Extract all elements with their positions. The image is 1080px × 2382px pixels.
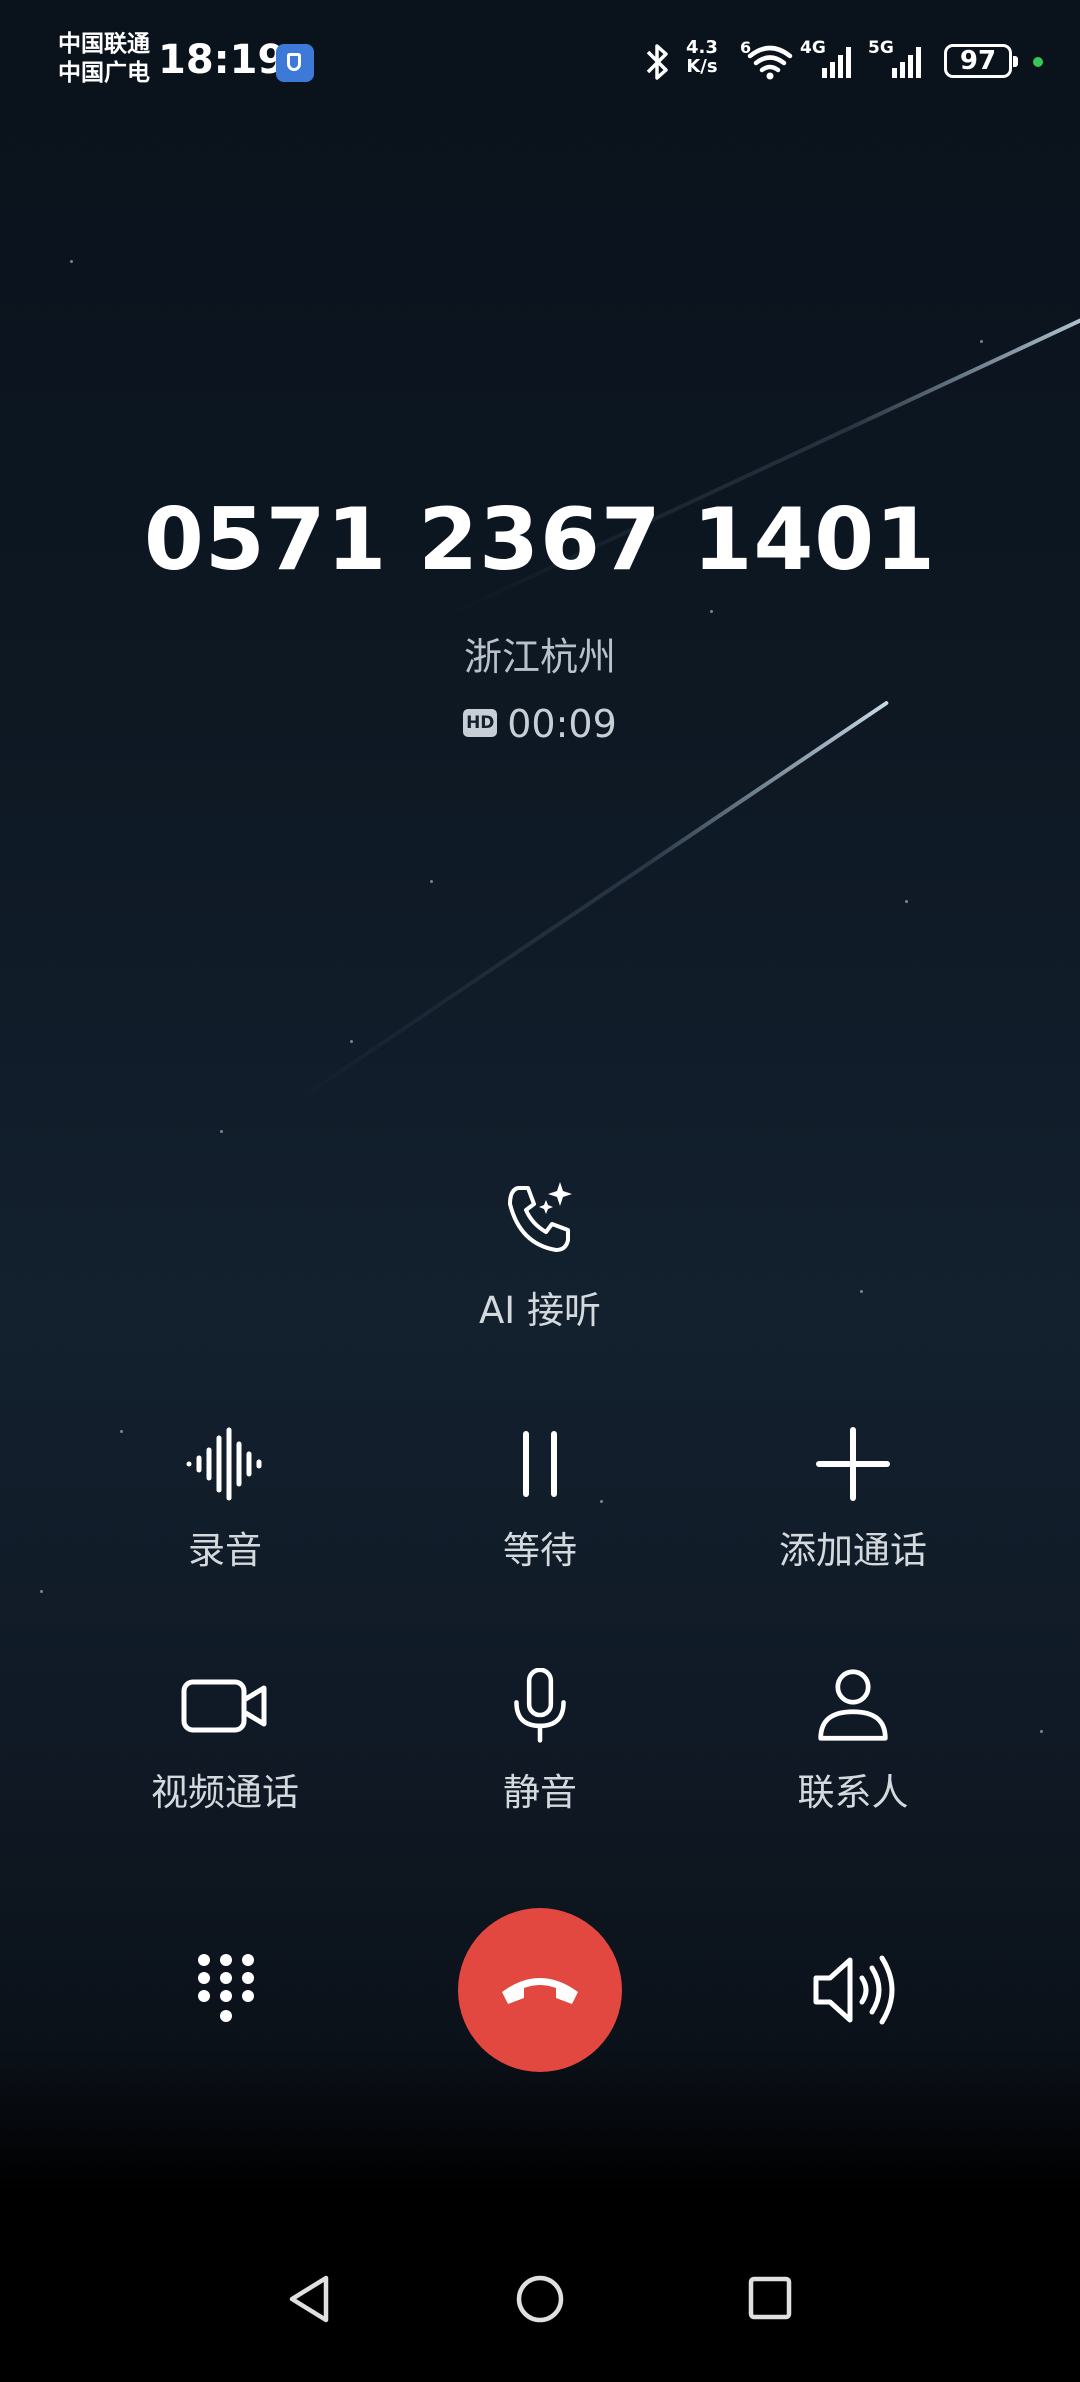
navigation-bar <box>0 2232 1080 2382</box>
status-bar: 中国联通 中国广电 18:19 4.3 K/s 6 4G 5G 97 <box>0 0 1080 120</box>
hold-label: 等待 <box>503 1529 577 1572</box>
pause-icon <box>523 1431 557 1497</box>
back-icon[interactable] <box>284 2272 334 2326</box>
call-duration: 00:09 <box>507 702 617 746</box>
add-call-label: 添加通话 <box>779 1529 927 1572</box>
recents-icon[interactable] <box>746 2274 794 2322</box>
battery-icon: 97 <box>944 44 1018 78</box>
record-button[interactable]: 录音 <box>75 1426 375 1574</box>
contacts-button[interactable]: 联系人 <box>703 1668 1003 1816</box>
carrier-1: 中国联通 <box>58 31 150 57</box>
hangup-button[interactable] <box>458 1908 622 2072</box>
carrier-names: 中国联通 中国广电 <box>58 30 150 88</box>
ai-answer-label: AI 接听 <box>479 1289 601 1332</box>
home-icon[interactable] <box>515 2274 565 2324</box>
shield-app-icon <box>276 44 314 82</box>
hd-badge: HD <box>463 708 498 737</box>
person-icon <box>818 1669 888 1741</box>
contacts-label: 联系人 <box>797 1771 909 1814</box>
caller-location: 浙江杭州 <box>463 635 616 679</box>
video-call-button[interactable]: 视频通话 <box>75 1668 375 1816</box>
plus-icon <box>816 1427 890 1501</box>
ai-answer-button[interactable]: AI 接听 <box>390 1178 690 1334</box>
speaker-icon[interactable] <box>810 1952 896 2028</box>
record-waveform-icon <box>186 1427 262 1501</box>
phone-number: 0571 2367 1401 <box>144 490 936 590</box>
mute-button[interactable]: 静音 <box>390 1668 690 1816</box>
wifi-icon: 6 <box>740 38 796 82</box>
video-camera-icon <box>181 1679 267 1733</box>
signal-icon: 4G <box>800 38 860 82</box>
bluetooth-icon <box>646 44 668 80</box>
microphone-icon <box>514 1668 566 1743</box>
record-label: 录音 <box>188 1529 262 1572</box>
hangup-icon <box>502 1978 578 2004</box>
status-time: 18:19 <box>158 37 286 83</box>
video-call-label: 视频通话 <box>151 1771 299 1814</box>
add-call-button[interactable]: 添加通话 <box>703 1426 1003 1574</box>
hold-button[interactable]: 等待 <box>390 1426 690 1574</box>
privacy-dot <box>1033 57 1043 67</box>
dialpad-icon[interactable] <box>196 1952 256 2028</box>
network-speed: 4.3 K/s <box>686 37 718 77</box>
mute-label: 静音 <box>503 1771 577 1814</box>
carrier-2: 中国广电 <box>58 60 150 86</box>
signal-icon-2: 5G <box>866 38 932 82</box>
ai-phone-sparkle-icon <box>508 1182 572 1252</box>
call-duration-row: HD 00:09 <box>0 702 1080 746</box>
